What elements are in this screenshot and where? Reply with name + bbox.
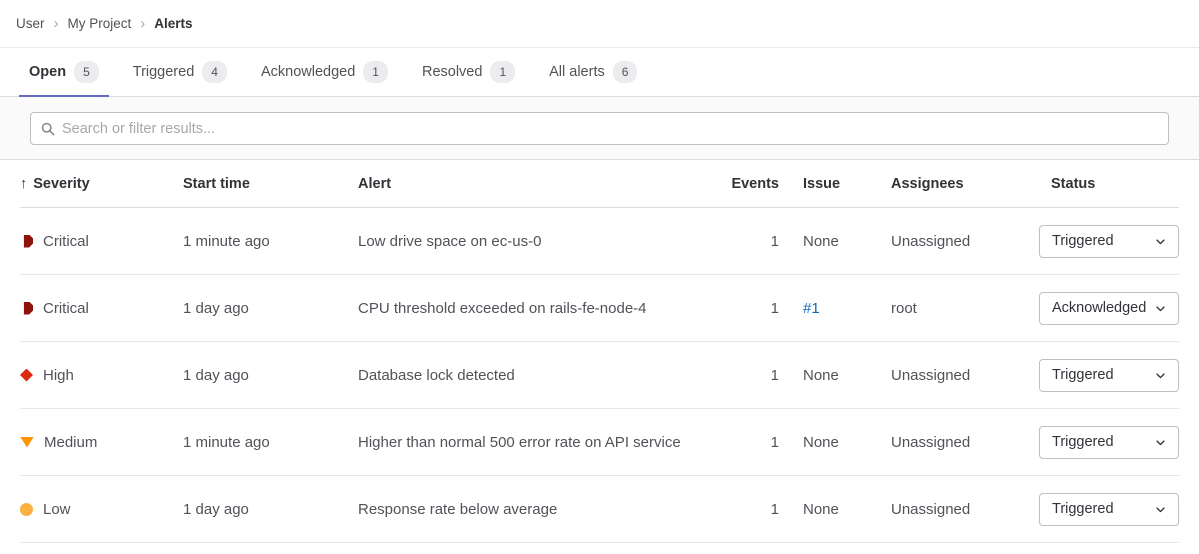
status-dropdown[interactable]: Triggered [1039, 225, 1179, 258]
start-time: 1 day ago [183, 501, 358, 518]
start-time: 1 day ago [183, 367, 358, 384]
tab-open-count-badge: 5 [74, 61, 99, 83]
alert-title: CPU threshold exceeded on rails-fe-node-… [358, 300, 709, 317]
severity-label: Critical [43, 300, 89, 317]
assignees-value: Unassigned [889, 501, 1039, 518]
tab-resolved-label: Resolved [422, 64, 482, 80]
alerts-table: ↑Severity Start time Alert Events Issue … [0, 160, 1199, 543]
events-count: 1 [709, 300, 779, 317]
breadcrumb-user[interactable]: User [16, 16, 45, 31]
table-row[interactable]: Critical 1 minute ago Low drive space on… [20, 208, 1179, 275]
status-value: Triggered [1052, 501, 1114, 517]
alert-title: Higher than normal 500 error rate on API… [358, 434, 709, 451]
alert-title: Response rate below average [358, 501, 709, 518]
search-icon [41, 122, 55, 136]
table-row[interactable]: Critical 1 day ago CPU threshold exceede… [20, 275, 1179, 342]
events-count: 1 [709, 367, 779, 384]
assignees-value: Unassigned [889, 434, 1039, 451]
issue-value: None [779, 434, 889, 451]
column-header-severity[interactable]: ↑Severity [20, 176, 183, 192]
breadcrumb: User › My Project › Alerts [0, 0, 1199, 48]
search-box[interactable] [30, 112, 1169, 145]
chevron-down-icon [1155, 504, 1166, 515]
status-value: Acknowledged [1052, 300, 1146, 316]
alerts-tabs: Open 5 Triggered 4 Acknowledged 1 Resolv… [0, 48, 1199, 97]
chevron-down-icon [1155, 437, 1166, 448]
assignees-value: Unassigned [889, 367, 1039, 384]
issue-value: None [779, 501, 889, 518]
chevron-down-icon [1155, 303, 1166, 314]
status-value: Triggered [1052, 233, 1114, 249]
assignees-value: root [889, 300, 1039, 317]
table-row[interactable]: Low 1 day ago Response rate below averag… [20, 476, 1179, 543]
tab-all-alerts-count-badge: 6 [613, 61, 638, 83]
status-dropdown[interactable]: Triggered [1039, 359, 1179, 392]
column-header-alert[interactable]: Alert [358, 176, 709, 192]
severity-high-icon [20, 369, 33, 382]
severity-medium-icon [20, 437, 34, 448]
chevron-down-icon [1155, 236, 1166, 247]
issue-value: None [779, 367, 889, 384]
filter-bar [0, 97, 1199, 160]
severity-critical-icon [20, 235, 33, 248]
start-time: 1 day ago [183, 300, 358, 317]
tab-resolved-count-badge: 1 [490, 61, 515, 83]
events-count: 1 [709, 434, 779, 451]
column-header-start-time[interactable]: Start time [183, 176, 358, 192]
tab-triggered-count-badge: 4 [202, 61, 227, 83]
tab-acknowledged[interactable]: Acknowledged 1 [251, 48, 398, 96]
breadcrumb-alerts: Alerts [154, 16, 192, 31]
tab-triggered-label: Triggered [133, 64, 195, 80]
alert-title: Database lock detected [358, 367, 709, 384]
sort-ascending-icon: ↑ [20, 176, 27, 192]
start-time: 1 minute ago [183, 233, 358, 250]
tab-open[interactable]: Open 5 [19, 48, 109, 96]
issue-link[interactable]: #1 [803, 300, 820, 317]
severity-label: High [43, 367, 74, 384]
tab-triggered[interactable]: Triggered 4 [123, 48, 237, 96]
status-dropdown[interactable]: Triggered [1039, 493, 1179, 526]
assignees-value: Unassigned [889, 233, 1039, 250]
start-time: 1 minute ago [183, 434, 358, 451]
chevron-down-icon [1155, 370, 1166, 381]
search-input[interactable] [62, 121, 1158, 137]
table-header-row: ↑Severity Start time Alert Events Issue … [20, 160, 1179, 208]
severity-label: Medium [44, 434, 97, 451]
column-header-issue: Issue [779, 176, 889, 192]
status-dropdown[interactable]: Acknowledged [1039, 292, 1179, 325]
status-value: Triggered [1052, 434, 1114, 450]
severity-label: Low [43, 501, 71, 518]
column-header-status: Status [1039, 176, 1179, 192]
tab-open-label: Open [29, 64, 66, 80]
tab-resolved[interactable]: Resolved 1 [412, 48, 525, 96]
chevron-right-icon: › [54, 16, 59, 31]
tab-acknowledged-label: Acknowledged [261, 64, 355, 80]
table-row[interactable]: High 1 day ago Database lock detected 1 … [20, 342, 1179, 409]
tab-all-alerts-label: All alerts [549, 64, 605, 80]
table-row[interactable]: Medium 1 minute ago Higher than normal 5… [20, 409, 1179, 476]
status-dropdown[interactable]: Triggered [1039, 426, 1179, 459]
severity-critical-icon [20, 302, 33, 315]
breadcrumb-project[interactable]: My Project [68, 16, 132, 31]
events-count: 1 [709, 233, 779, 250]
column-header-assignees: Assignees [889, 176, 1039, 192]
alert-title: Low drive space on ec-us-0 [358, 233, 709, 250]
events-count: 1 [709, 501, 779, 518]
status-value: Triggered [1052, 367, 1114, 383]
column-header-events[interactable]: Events [709, 176, 779, 192]
issue-value: None [779, 233, 889, 250]
tab-all-alerts[interactable]: All alerts 6 [539, 48, 647, 96]
tab-acknowledged-count-badge: 1 [363, 61, 388, 83]
chevron-right-icon: › [140, 16, 145, 31]
severity-low-icon [20, 503, 33, 516]
severity-label: Critical [43, 233, 89, 250]
